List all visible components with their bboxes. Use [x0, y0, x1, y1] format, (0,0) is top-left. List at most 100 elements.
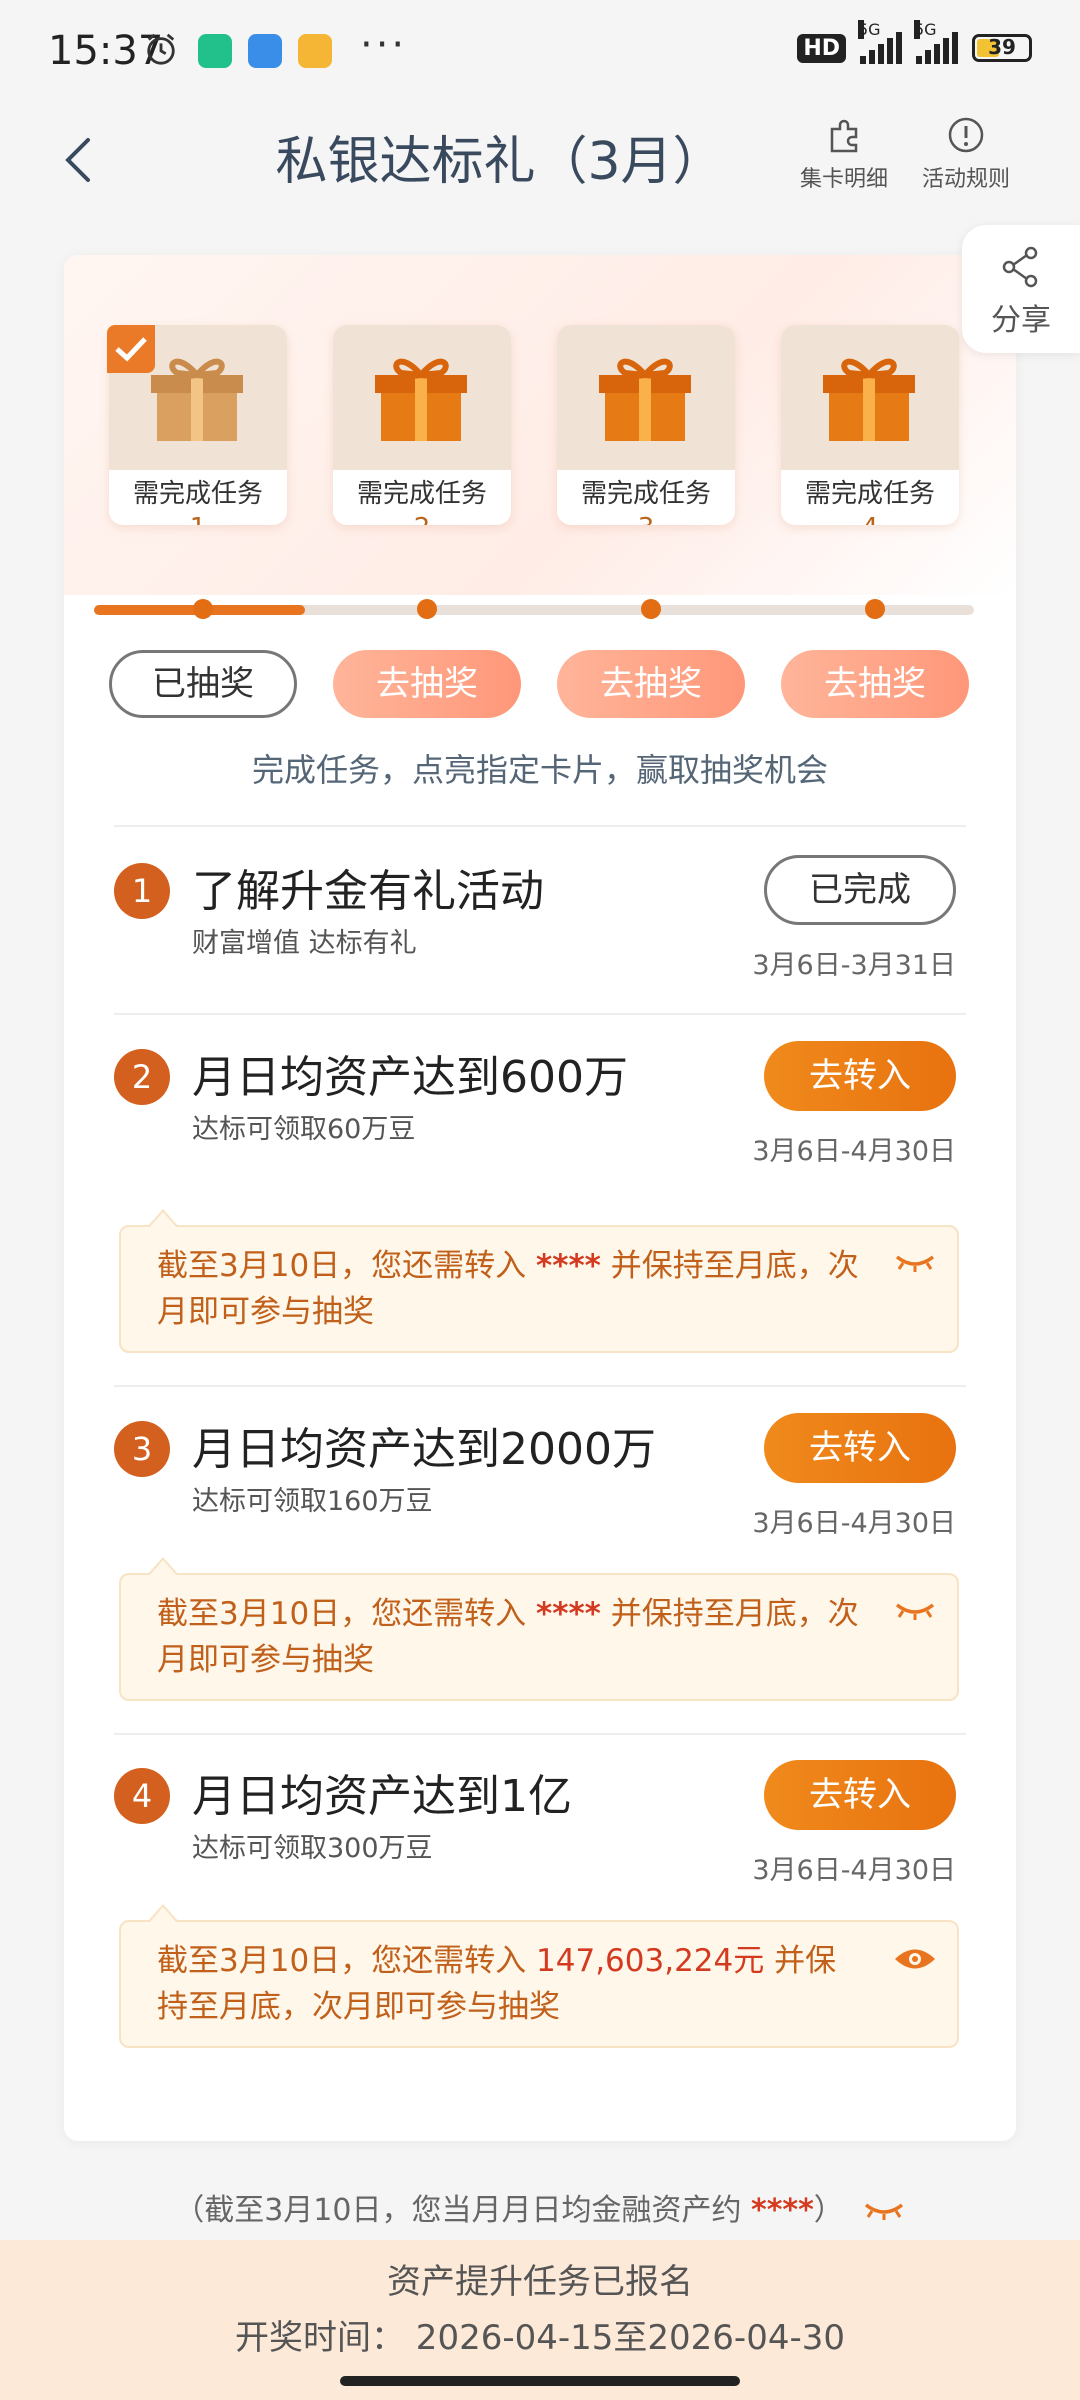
- prize-number: 3: [638, 513, 655, 525]
- notes-app-icon: [298, 34, 332, 68]
- share-button[interactable]: 分享: [962, 225, 1080, 353]
- draw-button-3[interactable]: 去抽奖: [557, 650, 745, 718]
- drawn-button[interactable]: 已抽奖: [109, 650, 297, 718]
- divider: [114, 1733, 966, 1735]
- card-detail-label: 集卡明细: [800, 167, 889, 192]
- task-date: 3月6日-4月30日: [752, 1136, 956, 1167]
- page-header: 私银达标礼（3月） 集卡明细 活动规则: [0, 105, 1080, 215]
- notice-text: 截至3月10日，您还需转入 **** 并保持至月底，次月即可参与抽奖: [157, 1591, 867, 1683]
- share-label: 分享: [991, 303, 1051, 338]
- prize-card-4[interactable]: 需完成任务 4: [781, 325, 959, 525]
- notice-pre: 截至3月10日，您还需转入: [157, 1943, 537, 1979]
- transfer-in-button[interactable]: 去转入: [764, 1760, 956, 1830]
- page-title: 私银达标礼（3月）: [275, 132, 725, 192]
- status-bar: 15:37 ··· HD 5G 5G 39: [0, 0, 1080, 105]
- draw-buttons: 已抽奖 去抽奖 去抽奖 去抽奖: [109, 650, 969, 722]
- divider: [114, 825, 966, 827]
- task-date: 3月6日-4月30日: [752, 1855, 956, 1886]
- enrolled-status: 资产提升任务已报名: [387, 2262, 693, 2302]
- puzzle-icon: [830, 119, 858, 153]
- alarm-icon: [147, 33, 175, 65]
- prize-number: 4: [862, 513, 879, 525]
- network-type-label: 5G: [914, 20, 937, 39]
- prize-number: 2: [414, 513, 431, 525]
- rules-label: 活动规则: [922, 167, 1011, 192]
- prize-card-3[interactable]: 需完成任务 3: [557, 325, 735, 525]
- battery-level: 39: [988, 35, 1016, 59]
- task-title: 月日均资产达到600万: [192, 1052, 628, 1103]
- task-subtitle: 达标可领取60万豆: [192, 1114, 416, 1145]
- task-date: 3月6日-3月31日: [752, 950, 956, 981]
- progress-dot-2: [417, 599, 437, 619]
- progress-bar: [94, 599, 974, 619]
- signal-2-icon: 5G: [914, 20, 958, 64]
- divider: [114, 1013, 966, 1015]
- prize-label: 需完成任务: [356, 479, 487, 509]
- notice-pre: 截至3月10日，您还需转入: [157, 1248, 537, 1284]
- task-notice-4: 截至3月10日，您还需转入 147,603,224元 并保持至月底，次月即可参与…: [119, 1904, 959, 2048]
- gift-icon: [151, 358, 243, 441]
- task-title: 月日均资产达到2000万: [192, 1424, 656, 1475]
- info-circle-icon: [948, 117, 984, 153]
- masked-assets: ****: [751, 2193, 814, 2228]
- assets-summary-note: （截至3月10日，您当月月日均金融资产约 ****）: [0, 2185, 1080, 2229]
- task-subtitle: 财富增值 达标有礼: [192, 928, 417, 959]
- prize-number: 1: [190, 513, 207, 525]
- progress-dot-1: [193, 599, 213, 619]
- rules-link[interactable]: 活动规则: [922, 115, 1010, 193]
- prize-cards: 需完成任务 1 需完成任务 2: [107, 325, 969, 565]
- wallet-app-icon: [248, 34, 282, 68]
- note-pre: （截至3月10日，您当月月日均金融资产约: [174, 2193, 752, 2228]
- task-subtitle: 达标可领取160万豆: [192, 1486, 433, 1517]
- prize-card-2[interactable]: 需完成任务 2: [333, 325, 511, 525]
- task-notice-2: 截至3月10日，您还需转入 **** 并保持至月底，次月即可参与抽奖: [119, 1209, 959, 1353]
- more-dots-icon: ···: [360, 22, 408, 68]
- prize-label: 需完成任务: [132, 479, 263, 509]
- masked-amount: ****: [536, 1248, 601, 1284]
- prize-label: 需完成任务: [804, 479, 935, 509]
- task-date: 3月6日-4月30日: [752, 1508, 956, 1539]
- task-hint: 完成任务，点亮指定卡片，赢取抽奖机会: [251, 751, 828, 789]
- task-completed-button[interactable]: 已完成: [764, 855, 956, 925]
- required-amount: 147,603,224元: [536, 1943, 765, 1979]
- notice-pre: 截至3月10日，您还需转入: [157, 1596, 537, 1632]
- transfer-in-button[interactable]: 去转入: [764, 1041, 956, 1111]
- home-indicator[interactable]: [340, 2376, 740, 2386]
- eye-open-icon[interactable]: [893, 1944, 937, 1974]
- battery-icon: 39: [972, 34, 1032, 62]
- gift-icon: [823, 358, 915, 441]
- divider: [114, 1385, 966, 1387]
- task-number-badge: 3: [114, 1421, 170, 1477]
- gift-icon: [599, 358, 691, 441]
- draw-time: 开奖时间： 2026-04-15至2026-04-30: [235, 2318, 845, 2358]
- draw-button-2[interactable]: 去抽奖: [333, 650, 521, 718]
- signal-1-icon: 5G: [858, 20, 902, 64]
- eye-closed-icon[interactable]: [893, 1249, 937, 1279]
- progress-dot-4: [865, 599, 885, 619]
- share-icon: [1002, 246, 1038, 288]
- checkmark-icon: [115, 337, 147, 362]
- gift-icon: [375, 358, 467, 441]
- hd-voice-badge: HD: [797, 33, 846, 63]
- note-post: ）: [813, 2193, 844, 2228]
- task-number-badge: 4: [114, 1768, 170, 1824]
- draw-button-4[interactable]: 去抽奖: [781, 650, 969, 718]
- task-card: 需完成任务 1 需完成任务 2: [64, 255, 1016, 2141]
- checked-badge: [107, 325, 155, 373]
- card-detail-link[interactable]: 集卡明细: [800, 115, 888, 193]
- task-subtitle: 达标可领取300万豆: [192, 1833, 433, 1864]
- task-number-badge: 2: [114, 1049, 170, 1105]
- task-title: 了解升金有礼活动: [192, 866, 544, 917]
- task-notice-3: 截至3月10日，您还需转入 **** 并保持至月底，次月即可参与抽奖: [119, 1557, 959, 1701]
- eye-closed-icon[interactable]: [862, 2197, 906, 2227]
- transfer-in-button[interactable]: 去转入: [764, 1413, 956, 1483]
- task-number-badge: 1: [114, 863, 170, 919]
- masked-amount: ****: [536, 1596, 601, 1632]
- notice-text: 截至3月10日，您还需转入 **** 并保持至月底，次月即可参与抽奖: [157, 1243, 867, 1335]
- network-type-label: 5G: [858, 20, 881, 39]
- progress-dot-3: [641, 599, 661, 619]
- notice-text: 截至3月10日，您还需转入 147,603,224元 并保持至月底，次月即可参与…: [157, 1938, 867, 2030]
- task-title: 月日均资产达到1亿: [192, 1771, 572, 1822]
- eye-closed-icon[interactable]: [893, 1597, 937, 1627]
- prize-label: 需完成任务: [580, 479, 711, 509]
